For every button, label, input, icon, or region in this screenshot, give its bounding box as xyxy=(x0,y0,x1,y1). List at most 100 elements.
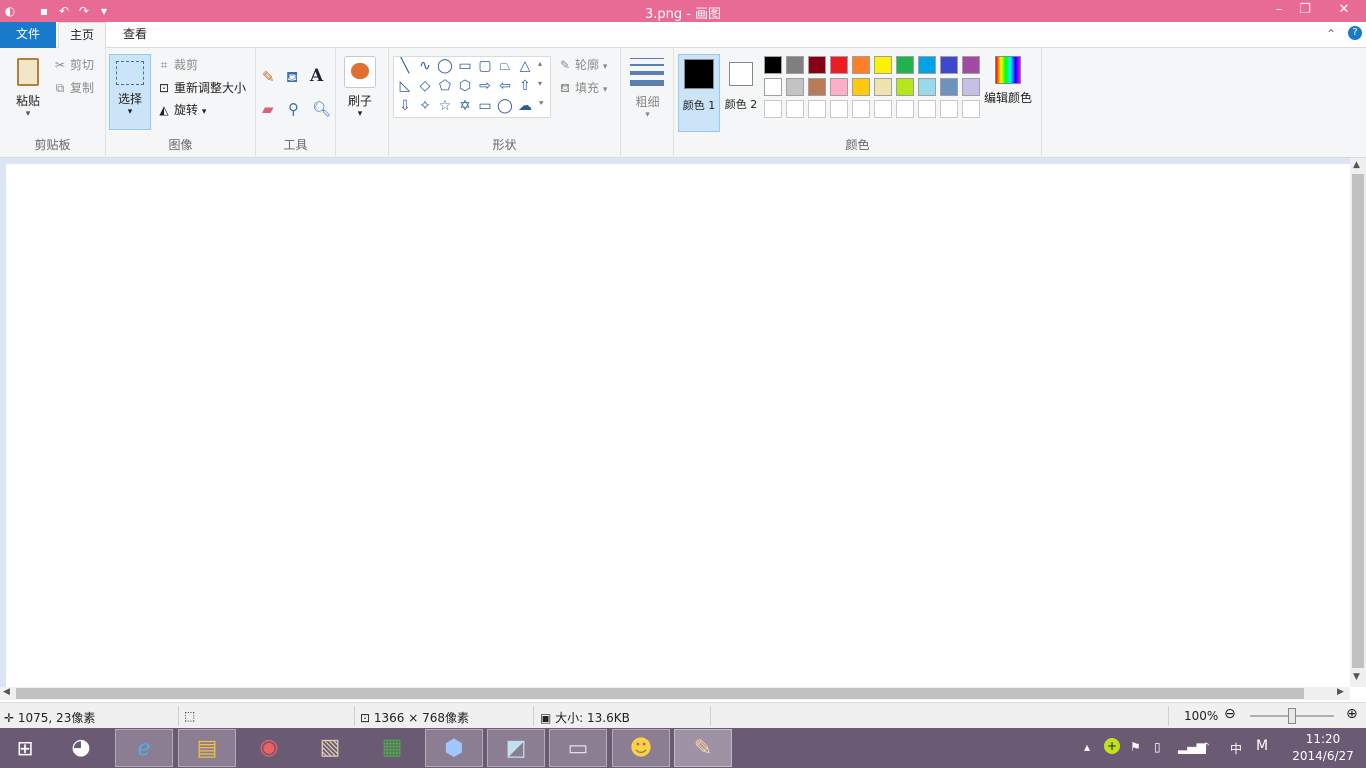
pencil-icon[interactable]: ✎ xyxy=(262,68,275,86)
color-picker-icon[interactable]: ⚲ xyxy=(288,100,299,118)
ie-browser-icon[interactable]: ℯ xyxy=(115,729,173,767)
custom-color-slot[interactable] xyxy=(940,100,958,118)
palette-swatch[interactable] xyxy=(896,78,914,96)
up-arrow-shape-icon[interactable]: ⇧ xyxy=(516,77,534,95)
ime-indicator[interactable]: 中 xyxy=(1230,740,1242,757)
virtualbox-icon[interactable]: ⬢ xyxy=(425,729,483,767)
qq-icon[interactable]: ☻ xyxy=(612,729,670,767)
four-point-star-shape-icon[interactable]: ✧ xyxy=(416,97,434,115)
app-blue-icon[interactable]: ◩ xyxy=(487,729,545,767)
palette-swatch[interactable] xyxy=(808,56,826,74)
tray-flag-icon[interactable]: ⚑ xyxy=(1130,740,1141,754)
color1-button[interactable]: 颜色 1 xyxy=(678,54,720,132)
hexagon-shape-icon[interactable]: ⬡ xyxy=(456,77,474,95)
pentagon-shape-icon[interactable]: ⬠ xyxy=(436,77,454,95)
polygon-shape-icon[interactable]: ⏢ xyxy=(496,57,514,75)
custom-color-slot[interactable] xyxy=(830,100,848,118)
tab-home[interactable]: 主页 xyxy=(58,22,106,49)
triangle-shape-icon[interactable]: △ xyxy=(516,57,534,75)
rectangle-shape-icon[interactable]: ▭ xyxy=(456,57,474,75)
outline-button[interactable]: ✎ 轮廓 ▾ xyxy=(557,56,607,73)
custom-color-slot[interactable] xyxy=(786,100,804,118)
ime-mode-indicator[interactable]: M xyxy=(1256,738,1268,754)
fill-button[interactable]: ⛾ 填充 ▾ xyxy=(557,79,607,97)
zoom-out-icon[interactable]: ⊖ xyxy=(1224,706,1236,722)
palette-swatch[interactable] xyxy=(830,56,848,74)
gallery-scroll-down-icon[interactable]: ▾ xyxy=(538,79,542,88)
zoom-in-icon[interactable]: ⊕ xyxy=(1346,706,1358,722)
custom-color-slot[interactable] xyxy=(962,100,980,118)
six-point-star-shape-icon[interactable]: ✡ xyxy=(456,97,474,115)
custom-color-slot[interactable] xyxy=(852,100,870,118)
size-button[interactable]: 粗细 ▾ xyxy=(621,93,674,120)
paint-taskbar-icon[interactable]: ✎ xyxy=(674,729,732,767)
zoom-slider-thumb[interactable] xyxy=(1288,708,1296,724)
tray-plus-icon[interactable]: + xyxy=(1104,738,1120,754)
store-icon[interactable]: ▦ xyxy=(363,729,421,767)
drawing-canvas[interactable] xyxy=(6,164,1350,687)
scroll-down-icon[interactable]: ▼ xyxy=(1353,672,1360,682)
scroll-up-icon[interactable]: ▲ xyxy=(1353,160,1360,170)
color-app-icon[interactable]: ◉ xyxy=(240,729,298,767)
horizontal-scrollbar[interactable]: ◀ ▶ xyxy=(0,687,1350,700)
vertical-scroll-thumb[interactable] xyxy=(1352,174,1364,668)
palette-swatch[interactable] xyxy=(764,56,782,74)
palette-swatch[interactable] xyxy=(918,78,936,96)
right-arrow-shape-icon[interactable]: ⇨ xyxy=(476,77,494,95)
cut-button[interactable]: ✂ 剪切 xyxy=(52,56,94,73)
palette-swatch[interactable] xyxy=(962,56,980,74)
volume-icon[interactable]: ♪ xyxy=(1202,740,1210,754)
diamond-shape-icon[interactable]: ◇ xyxy=(416,77,434,95)
file-explorer-icon[interactable]: ▤ xyxy=(178,729,236,767)
rounded-rect-shape-icon[interactable]: ▢ xyxy=(476,57,494,75)
text-tool-icon[interactable]: A xyxy=(310,66,323,86)
palette-swatch[interactable] xyxy=(918,56,936,74)
brushes-button[interactable]: 刷子 ▾ xyxy=(344,92,376,119)
custom-color-slot[interactable] xyxy=(808,100,826,118)
fill-bucket-icon[interactable]: ⛾ xyxy=(286,68,298,88)
rotate-button[interactable]: ◭ 旋转 ▾ xyxy=(156,101,206,118)
color2-button[interactable]: 颜色 2 xyxy=(722,54,760,132)
eraser-icon[interactable]: ▰ xyxy=(262,100,274,118)
monitor-app-icon[interactable]: ▭ xyxy=(549,729,607,767)
vertical-scrollbar[interactable]: ▲ ▼ xyxy=(1350,158,1366,687)
palette-swatch[interactable] xyxy=(874,56,892,74)
palette-swatch[interactable] xyxy=(962,78,980,96)
rect-callout-shape-icon[interactable]: ▭ xyxy=(476,97,494,115)
scroll-right-icon[interactable]: ▶ xyxy=(1337,687,1344,697)
scroll-left-icon[interactable]: ◀ xyxy=(3,687,10,697)
select-dropdown-icon[interactable]: ▾ xyxy=(110,107,150,117)
line-shape-icon[interactable]: ╲ xyxy=(396,57,414,75)
gallery-more-icon[interactable]: ⯆ xyxy=(538,99,544,109)
palette-swatch[interactable] xyxy=(852,78,870,96)
custom-color-slot[interactable] xyxy=(764,100,782,118)
minimize-ribbon-icon[interactable]: ⌃ xyxy=(1326,27,1336,41)
copy-button[interactable]: ⧉ 复制 xyxy=(52,79,94,96)
help-icon[interactable]: ? xyxy=(1348,26,1362,40)
custom-color-slot[interactable] xyxy=(918,100,936,118)
magnifier-icon[interactable]: 🔍︎ xyxy=(312,100,331,118)
tray-device-icon[interactable]: ▯ xyxy=(1154,740,1161,754)
document-app-icon[interactable]: ▧ xyxy=(301,729,359,767)
crop-button[interactable]: ⌗ 裁剪 xyxy=(156,56,198,73)
custom-color-slot[interactable] xyxy=(874,100,892,118)
app-360-icon[interactable]: ◕ xyxy=(52,729,110,767)
paste-button[interactable]: 粘贴 ▾ xyxy=(8,54,48,124)
paste-dropdown-icon[interactable]: ▾ xyxy=(8,109,48,119)
tab-view[interactable]: 查看 xyxy=(112,22,158,48)
custom-color-slot[interactable] xyxy=(896,100,914,118)
clock[interactable]: 11:20 2014/6/27 xyxy=(1288,731,1358,765)
right-triangle-shape-icon[interactable]: ◺ xyxy=(396,77,414,95)
close-button[interactable]: ✕ xyxy=(1322,0,1366,22)
resize-button[interactable]: ⊡ 重新调整大小 xyxy=(156,79,246,96)
cloud-callout-shape-icon[interactable]: ☁ xyxy=(516,97,534,115)
palette-swatch[interactable] xyxy=(940,56,958,74)
tab-file[interactable]: 文件 xyxy=(0,22,56,48)
left-arrow-shape-icon[interactable]: ⇦ xyxy=(496,77,514,95)
oval-callout-shape-icon[interactable]: ◯ xyxy=(496,97,514,115)
horizontal-scroll-thumb[interactable] xyxy=(16,688,1304,699)
palette-swatch[interactable] xyxy=(786,78,804,96)
palette-swatch[interactable] xyxy=(808,78,826,96)
palette-swatch[interactable] xyxy=(830,78,848,96)
oval-shape-icon[interactable]: ◯ xyxy=(436,57,454,75)
